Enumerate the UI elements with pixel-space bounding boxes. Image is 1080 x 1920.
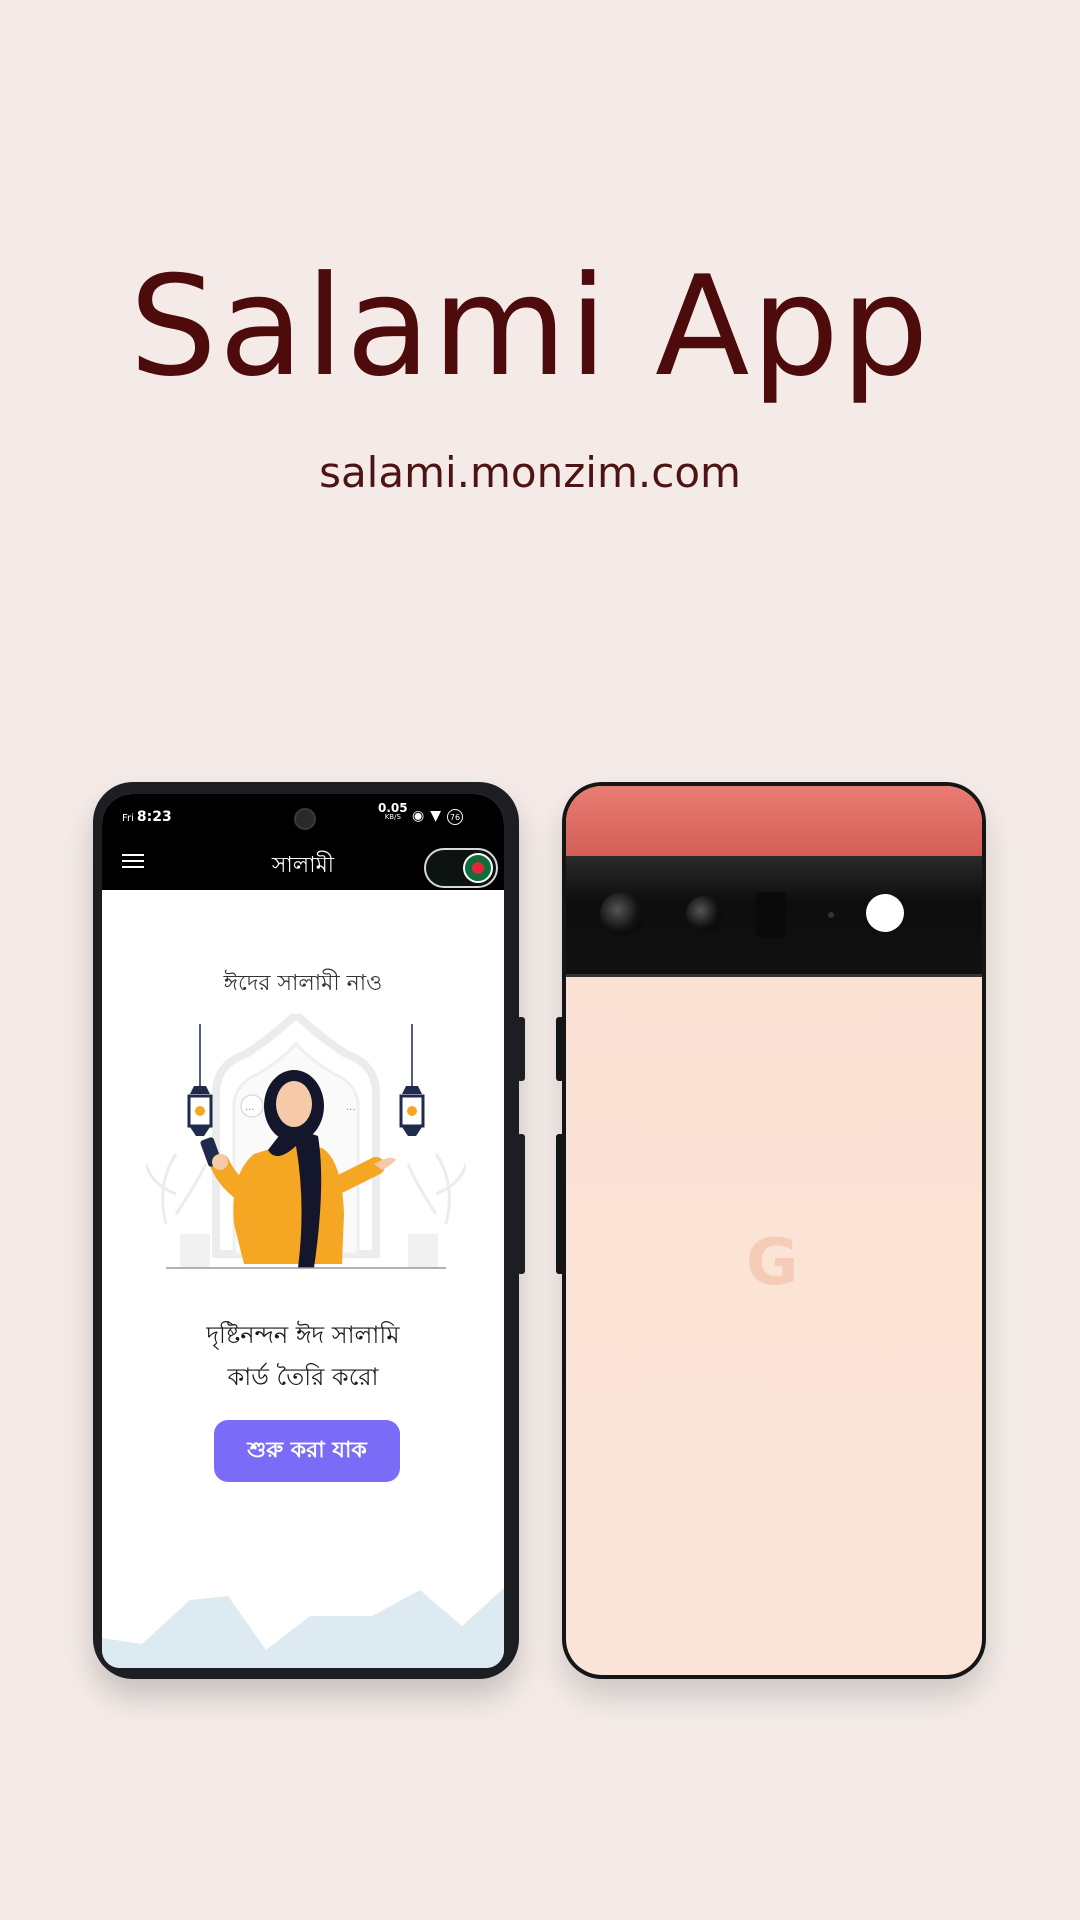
back-top-band bbox=[566, 786, 982, 856]
svg-text:...: ... bbox=[245, 1102, 255, 1113]
svg-text:...: ... bbox=[346, 1102, 356, 1113]
status-bar: Fri 8:23 0.05 KB/S ◉▼ 76 bbox=[102, 794, 504, 830]
page-title: Salami App bbox=[129, 246, 931, 407]
wifi-icon: ▼ bbox=[430, 808, 447, 824]
google-logo-icon: G bbox=[746, 1226, 799, 1300]
tagline: দৃষ্টিনন্দন ঈদ সালামি কার্ড তৈরি করো bbox=[206, 1321, 400, 1391]
theme-toggle[interactable] bbox=[424, 848, 498, 888]
phone-front-mockup: Fri 8:23 0.05 KB/S ◉▼ 76 সালামী ঈদের সালাম… bbox=[93, 782, 525, 1679]
screen-heading: ঈদের সালামী নাও bbox=[223, 971, 383, 996]
phone-back-panel: G bbox=[566, 786, 982, 1675]
microphone-icon bbox=[828, 912, 834, 918]
camera-bar bbox=[566, 856, 982, 977]
power-button bbox=[517, 1017, 525, 1081]
status-time: Fri 8:23 bbox=[122, 809, 172, 825]
eid-illustration: ... ... bbox=[146, 1014, 466, 1269]
page-subtitle-url: salami.monzim.com bbox=[319, 448, 741, 497]
camera-lens-icon bbox=[600, 892, 644, 936]
front-camera-icon bbox=[294, 808, 316, 830]
camera-lens-icon bbox=[686, 896, 722, 932]
start-button[interactable]: শুরু করা যাক bbox=[214, 1420, 400, 1482]
vibrate-icon: ◉ bbox=[412, 808, 431, 824]
lantern-left-icon bbox=[187, 1086, 213, 1136]
bangladesh-flag-icon bbox=[463, 853, 493, 883]
volume-button bbox=[517, 1134, 525, 1274]
phone-screen: Fri 8:23 0.05 KB/S ◉▼ 76 সালামী ঈদের সালাম… bbox=[102, 794, 504, 1668]
mountain-decoration bbox=[102, 1588, 504, 1668]
flash-icon bbox=[866, 894, 904, 932]
phone-back-mockup: G bbox=[556, 782, 986, 1679]
app-bar: সালামী bbox=[102, 830, 504, 890]
network-speed: 0.05 KB/S bbox=[378, 801, 408, 821]
volume-button-left bbox=[556, 1134, 564, 1274]
sensor-icon bbox=[756, 892, 786, 938]
power-button-left bbox=[556, 1017, 564, 1081]
battery-icon: 76 bbox=[447, 809, 463, 825]
lantern-right-icon bbox=[399, 1086, 425, 1136]
status-icons: ◉▼ 76 bbox=[412, 808, 463, 825]
